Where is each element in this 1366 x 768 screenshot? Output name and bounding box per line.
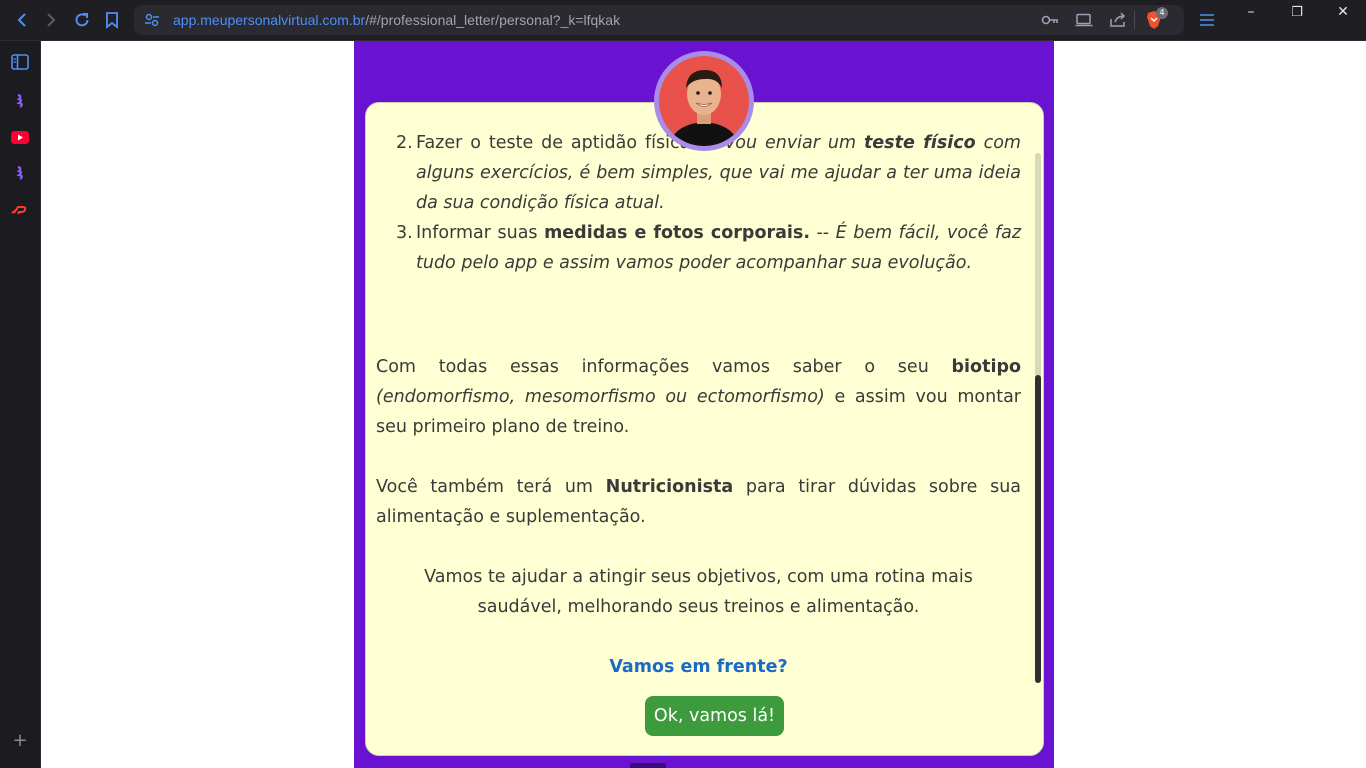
- paragraph-biotipo: Com todas essas informações vamos saber …: [376, 352, 1021, 442]
- paragraph-text: Você também terá um: [376, 477, 606, 497]
- sidebar-item-app-3[interactable]: [8, 197, 32, 221]
- avatar-photo: [659, 56, 749, 146]
- item-bold: teste físico: [863, 133, 976, 153]
- url-text[interactable]: app.meupersonalvirtual.com.br/#/professi…: [173, 12, 620, 28]
- list-number: 3.: [396, 223, 413, 243]
- red-p-app-icon: [11, 206, 27, 215]
- paragraph-bold: biotipo: [951, 357, 1021, 377]
- letter-content: 2. Fazer o teste de aptidão física. -- Vo…: [376, 103, 1021, 755]
- close-button[interactable]: ✕: [1320, 0, 1366, 24]
- bottom-edge-tab: [630, 763, 666, 768]
- bookmark-button[interactable]: [99, 8, 125, 32]
- forward-arrow-icon: [47, 13, 56, 27]
- sidebar-item-app-2[interactable]: [8, 161, 32, 185]
- share-icon[interactable]: [1107, 10, 1129, 30]
- url-host: app.meupersonalvirtual.com.br: [173, 12, 366, 28]
- web-page: 2. Fazer o teste de aptidão física. -- Vo…: [41, 41, 1366, 768]
- sidebar-panel-icon: [11, 54, 29, 70]
- item-italic: Vou enviar um: [724, 133, 864, 153]
- youtube-icon: [11, 130, 29, 144]
- brave-shield-icon[interactable]: 4: [1143, 7, 1168, 30]
- paragraph-text: Com todas essas informações vamos saber …: [376, 357, 952, 377]
- scrollbar-thumb[interactable]: [1035, 375, 1041, 683]
- paragraph-bold: Nutricionista: [605, 477, 734, 497]
- item-lead: Informar suas: [416, 223, 545, 243]
- item-separator: --: [809, 223, 836, 243]
- person-portrait-icon: [669, 70, 739, 146]
- back-arrow-icon: [17, 13, 26, 27]
- sidebar-toggle-button[interactable]: [8, 50, 32, 74]
- purple-app-icon: [16, 93, 23, 108]
- restore-button[interactable]: ❐: [1274, 0, 1320, 24]
- urlbar-divider: [1134, 11, 1135, 29]
- list-item: 3. Informar suas medidas e fotos corporai…: [376, 218, 1021, 278]
- purple-app-icon: [16, 165, 23, 180]
- bookmark-icon: [106, 12, 118, 29]
- paragraph-italic: (endomorfismo, mesomorfismo ou ectomorfi…: [376, 387, 825, 407]
- site-settings-icon[interactable]: [144, 12, 160, 32]
- sidebar-item-app-1[interactable]: [8, 89, 32, 113]
- avatar: [654, 51, 754, 151]
- sidebar-item-youtube[interactable]: [8, 125, 32, 149]
- browser-sidebar: +: [0, 41, 41, 768]
- reload-icon: [75, 13, 89, 27]
- address-bar[interactable]: app.meupersonalvirtual.com.br/#/professi…: [134, 5, 1184, 35]
- item-bold: medidas e fotos corporais.: [544, 223, 810, 243]
- ok-vamos-la-button[interactable]: Ok, vamos lá!: [645, 696, 784, 736]
- url-path: /#/professional_letter/personal?_k=lfqka…: [365, 12, 621, 28]
- cast-icon[interactable]: [1073, 10, 1095, 30]
- menu-button[interactable]: [1194, 8, 1220, 32]
- letter-card: 2. Fazer o teste de aptidão física. -- Vo…: [365, 102, 1044, 756]
- paragraph-objetivos: Vamos te ajudar a atingir seus objetivos…: [424, 567, 973, 617]
- reload-button[interactable]: [69, 8, 95, 32]
- paragraph-nutricionista: Você também terá um Nutricionista para t…: [376, 472, 1021, 532]
- key-icon[interactable]: [1039, 10, 1061, 30]
- sidebar-add-button[interactable]: +: [8, 728, 32, 752]
- hamburger-menu-icon: [1200, 14, 1214, 26]
- cta-question: Vamos em frente?: [609, 657, 788, 677]
- browser-toolbar: app.meupersonalvirtual.com.br/#/professi…: [0, 0, 1366, 41]
- forward-button[interactable]: [38, 8, 64, 32]
- minimize-button[interactable]: –: [1228, 0, 1274, 24]
- back-button[interactable]: [9, 8, 35, 32]
- shield-count-badge: 4: [1156, 7, 1168, 19]
- list-number: 2.: [396, 133, 413, 153]
